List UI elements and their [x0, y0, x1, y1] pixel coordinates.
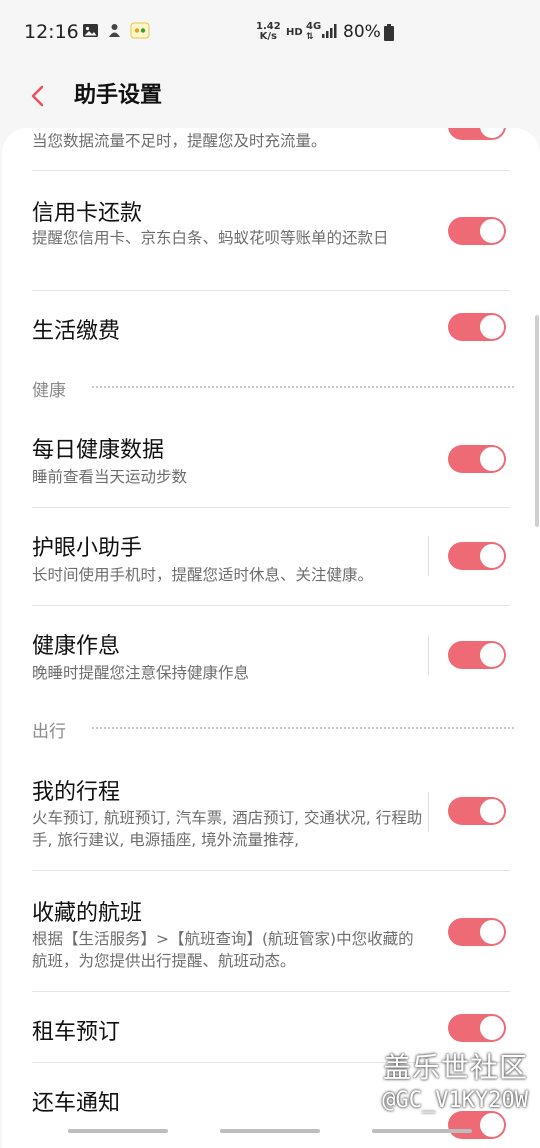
row-title: 每日健康数据: [32, 438, 165, 463]
row-subtitle: 火车预订, 航班预订, 汽车票, 酒店预订, 交通状况, 行程助手, 旅行建议,…: [32, 809, 423, 849]
row-eye-care[interactable]: 护眼小助手 长时间使用手机时，提醒您适时休息、关注健康。: [2, 508, 540, 605]
toggle-knob: [479, 446, 505, 472]
row-subtitle: 提醒您信用卡、京东白条、蚂蚁花呗等账单的还款日: [32, 229, 389, 247]
row-subtitle: 长时间使用手机时，提醒您适时休息、关注健康。: [32, 566, 374, 584]
section-divider: [92, 727, 514, 729]
row-subtitle: 根据【生活服务】>【航班查询】(航班管家)中您收藏的航班，为您提供出行提醒、航班…: [32, 930, 414, 970]
hd-indicator: HD: [286, 27, 303, 38]
my-trips-toggle[interactable]: [448, 797, 506, 825]
row-utilities[interactable]: 生活缴费: [2, 291, 540, 367]
app-notification-icon: [109, 24, 120, 37]
row-title: 护眼小助手: [32, 536, 143, 561]
battery-percent: 80%: [343, 22, 381, 42]
vertical-separator: [428, 792, 429, 832]
network-speed: 1.42 K/s: [256, 21, 281, 42]
watermark-line1: 盖乐世社区: [382, 1051, 528, 1084]
vertical-separator: [428, 536, 429, 576]
gallery-icon: [83, 24, 98, 37]
status-time: 12:16: [24, 21, 79, 43]
settings-list[interactable]: 当您数据流量不足时，提醒您及时充流量。 信用卡还款 提醒您信用卡、京东白条、蚂蚁…: [2, 128, 540, 1148]
signal-icon: [322, 24, 337, 38]
section-travel-label: 出行: [32, 722, 66, 742]
row-subtitle: 当您数据流量不足时，提醒您及时充流量。: [32, 132, 327, 150]
row-title: 健康作息: [32, 634, 121, 659]
health-routine-toggle[interactable]: [448, 641, 506, 669]
row-subtitle: 睡前查看当天运动步数: [32, 468, 188, 486]
row-data-traffic[interactable]: 当您数据流量不足时，提醒您及时充流量。: [2, 128, 540, 171]
car-rental-toggle[interactable]: [448, 1014, 506, 1042]
navigation-bar: [0, 1122, 540, 1140]
credit-card-toggle[interactable]: [448, 217, 506, 245]
section-health-label: 健康: [32, 381, 66, 401]
network-type: 4G ⇅: [306, 21, 322, 43]
toggle-knob: [479, 314, 505, 340]
section-divider: [92, 386, 514, 388]
vertical-separator: [428, 635, 429, 675]
toggle-knob: [479, 543, 505, 569]
row-title: 生活缴费: [32, 319, 121, 344]
app-bar: 助手设置: [0, 66, 540, 126]
row-my-trips[interactable]: 我的行程 火车预订, 航班预订, 汽车票, 酒店预订, 交通状况, 行程助手, …: [2, 750, 540, 870]
back-button[interactable]: [20, 76, 54, 116]
row-title: 我的行程: [32, 780, 121, 805]
row-title: 收藏的航班: [32, 901, 143, 926]
row-saved-flights[interactable]: 收藏的航班 根据【生活服务】>【航班查询】(航班管家)中您收藏的航班，为您提供出…: [2, 871, 540, 991]
toggle-knob: [479, 218, 505, 244]
chevron-left-icon: [31, 85, 44, 107]
row-title: 租车预订: [32, 1020, 121, 1045]
toggle-knob: [479, 798, 505, 824]
watermark: 盖乐世社区 @GC_V1KY20W: [382, 1050, 528, 1116]
utilities-toggle[interactable]: [448, 313, 506, 341]
nav-back-button[interactable]: [372, 1129, 472, 1133]
row-title: 还车通知: [32, 1091, 121, 1116]
saved-flights-toggle[interactable]: [448, 918, 506, 946]
nav-recent-button[interactable]: [68, 1129, 168, 1133]
nav-home-button[interactable]: [220, 1129, 320, 1133]
toggle-knob: [479, 1015, 505, 1041]
row-daily-health[interactable]: 每日健康数据 睡前查看当天运动步数: [2, 408, 540, 507]
row-health-routine[interactable]: 健康作息 晚睡时提醒您注意保持健康作息: [2, 606, 540, 703]
watermark-line2: @GC_V1KY20W: [382, 1088, 528, 1113]
eye-care-toggle[interactable]: [448, 542, 506, 570]
row-subtitle: 晚睡时提醒您注意保持健康作息: [32, 664, 250, 682]
yoyo-app-icon: [130, 22, 150, 39]
toggle-knob: [479, 642, 505, 668]
daily-health-toggle[interactable]: [448, 445, 506, 473]
scrollbar[interactable]: [535, 315, 539, 527]
toggle-knob: [479, 919, 505, 945]
toggle-knob: [479, 128, 505, 139]
row-credit-card[interactable]: 信用卡还款 提醒您信用卡、京东白条、蚂蚁花呗等账单的还款日: [2, 171, 540, 290]
data-traffic-toggle[interactable]: [448, 128, 506, 140]
battery-icon: [384, 24, 394, 41]
page-title: 助手设置: [74, 83, 163, 108]
status-bar: 12:16 1.42 K/s HD 4G ⇅ 80%: [0, 0, 540, 66]
row-title: 信用卡还款: [32, 201, 143, 226]
